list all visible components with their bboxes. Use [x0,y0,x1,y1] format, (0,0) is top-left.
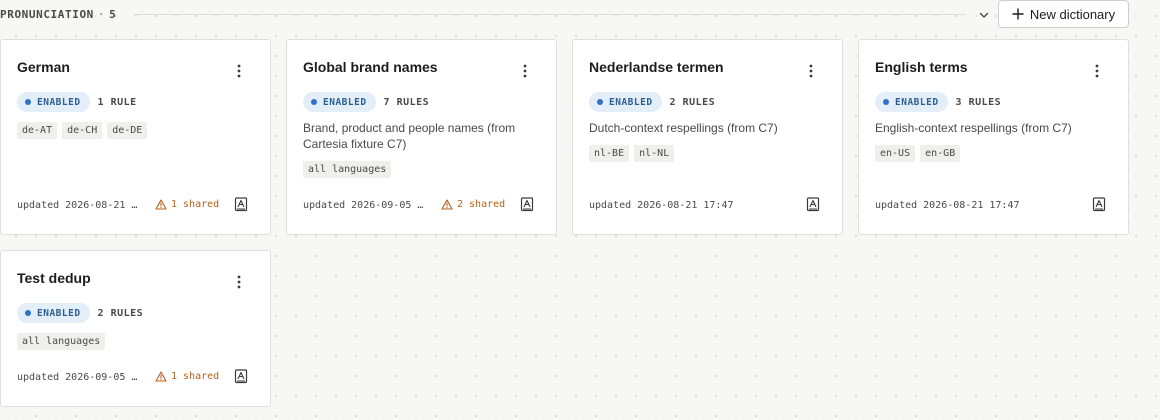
language-tag: de-AT [17,122,58,139]
warning-triangle-icon [155,199,167,210]
header-divider [133,14,966,15]
rule-count: 2 RULES [97,307,144,319]
card-title: German [17,59,70,75]
book-icon[interactable] [1092,197,1106,212]
language-tag: en-US [875,145,916,162]
language-tag: all languages [17,333,106,350]
warning-triangle-icon [155,371,167,382]
language-tag: de-CH [62,122,103,139]
card-description: Dutch-context respellings (from C7) [589,121,778,135]
card-footer: updated 2026-09-05 17:47 2 shared [303,197,534,212]
language-tags: de-AT de-CH de-DE [17,122,148,139]
status-label: ENABLED [37,307,81,319]
shared-warning: 1 shared [155,199,219,210]
card-status-row: ENABLED 2 RULES [17,303,143,323]
collapse-section-button[interactable] [974,5,994,25]
status-badge: ENABLED [589,92,662,112]
card-menu-button[interactable] [516,62,534,80]
card-status-row: ENABLED 2 RULES [589,92,715,112]
status-label: ENABLED [609,96,653,108]
card-menu-button[interactable] [230,62,248,80]
status-dot [883,99,889,105]
plus-icon [1012,8,1024,20]
card-status-row: ENABLED 7 RULES [303,92,429,112]
dictionary-card[interactable]: Nederlandse termen ENABLED 2 RULES Dutch… [572,39,843,235]
status-badge: ENABLED [17,92,90,112]
card-menu-button[interactable] [1088,62,1106,80]
more-vertical-icon [237,64,241,78]
card-title: Global brand names [303,59,438,75]
language-tags: en-US en-GB [875,145,961,162]
status-badge: ENABLED [875,92,948,112]
book-icon[interactable] [806,197,820,212]
shared-warning: 2 shared [441,199,505,210]
updated-timestamp: updated 2026-08-21 17:47 [875,200,1020,211]
new-dictionary-label: New dictionary [1029,6,1116,22]
card-title: English terms [875,59,968,75]
more-vertical-icon [1095,64,1099,78]
shared-count: 1 shared [171,199,220,210]
more-vertical-icon [809,64,813,78]
card-status-row: ENABLED 1 RULE [17,92,137,112]
language-tag: nl-BE [589,145,630,162]
dictionary-card[interactable]: German ENABLED 1 RULE de-AT de-CH de-DE … [0,39,271,235]
card-menu-button[interactable] [230,273,248,291]
language-tags: nl-BE nl-NL [589,145,675,162]
dictionary-card[interactable]: English terms ENABLED 3 RULES English-co… [858,39,1129,235]
chevron-down-icon [979,12,989,18]
card-menu-button[interactable] [802,62,820,80]
shared-warning: 1 shared [155,371,219,382]
status-badge: ENABLED [303,92,376,112]
status-label: ENABLED [895,96,939,108]
language-tag: de-DE [107,122,148,139]
rule-count: 7 RULES [383,96,430,108]
language-tags: all languages [17,333,106,350]
shared-count: 2 shared [457,199,506,210]
language-tag: all languages [303,161,392,178]
more-vertical-icon [237,275,241,289]
card-description: Brand, product and people names (from Ca… [303,121,516,151]
rule-count: 1 RULE [97,96,137,108]
language-tags: all languages [303,161,392,178]
book-icon[interactable] [520,197,534,212]
updated-timestamp: updated 2026-08-21 17:47 [589,200,734,211]
warning-triangle-icon [441,199,453,210]
new-dictionary-button[interactable]: New dictionary [998,0,1129,28]
updated-timestamp: updated 2026-09-05 17:47 [17,372,143,383]
dictionary-card[interactable]: Global brand names ENABLED 7 RULES Brand… [286,39,557,235]
section-title: PRONUNCIATION · 5 [0,8,116,21]
status-dot [311,99,317,105]
card-footer: updated 2026-09-05 17:47 1 shared [17,369,248,384]
rule-count: 3 RULES [955,96,1002,108]
language-tag: en-GB [920,145,961,162]
card-status-row: ENABLED 3 RULES [875,92,1001,112]
shared-count: 1 shared [171,371,220,382]
card-footer: updated 2026-08-21 17:47 [875,197,1106,212]
card-title: Test dedup [17,270,91,286]
card-title: Nederlandse termen [589,59,724,75]
status-dot [25,310,31,316]
more-vertical-icon [523,64,527,78]
status-dot [25,99,31,105]
status-dot [597,99,603,105]
language-tag: nl-NL [634,145,675,162]
card-footer: updated 2026-08-21 17:47 1 shared [17,197,248,212]
card-description: English-context respellings (from C7) [875,121,1072,135]
rule-count: 2 RULES [669,96,716,108]
section-title-separator: · [97,8,106,21]
section-header: PRONUNCIATION · 5 New dictionary [0,0,1160,28]
updated-timestamp: updated 2026-09-05 17:47 [303,200,429,211]
section-count: 5 [109,8,117,21]
status-badge: ENABLED [17,303,90,323]
book-icon[interactable] [234,197,248,212]
updated-timestamp: updated 2026-08-21 17:47 [17,200,143,211]
status-label: ENABLED [323,96,367,108]
dictionary-card[interactable]: Test dedup ENABLED 2 RULES all languages… [0,250,271,407]
card-footer: updated 2026-08-21 17:47 [589,197,820,212]
book-icon[interactable] [234,369,248,384]
section-title-text: PRONUNCIATION [0,8,94,21]
status-label: ENABLED [37,96,81,108]
